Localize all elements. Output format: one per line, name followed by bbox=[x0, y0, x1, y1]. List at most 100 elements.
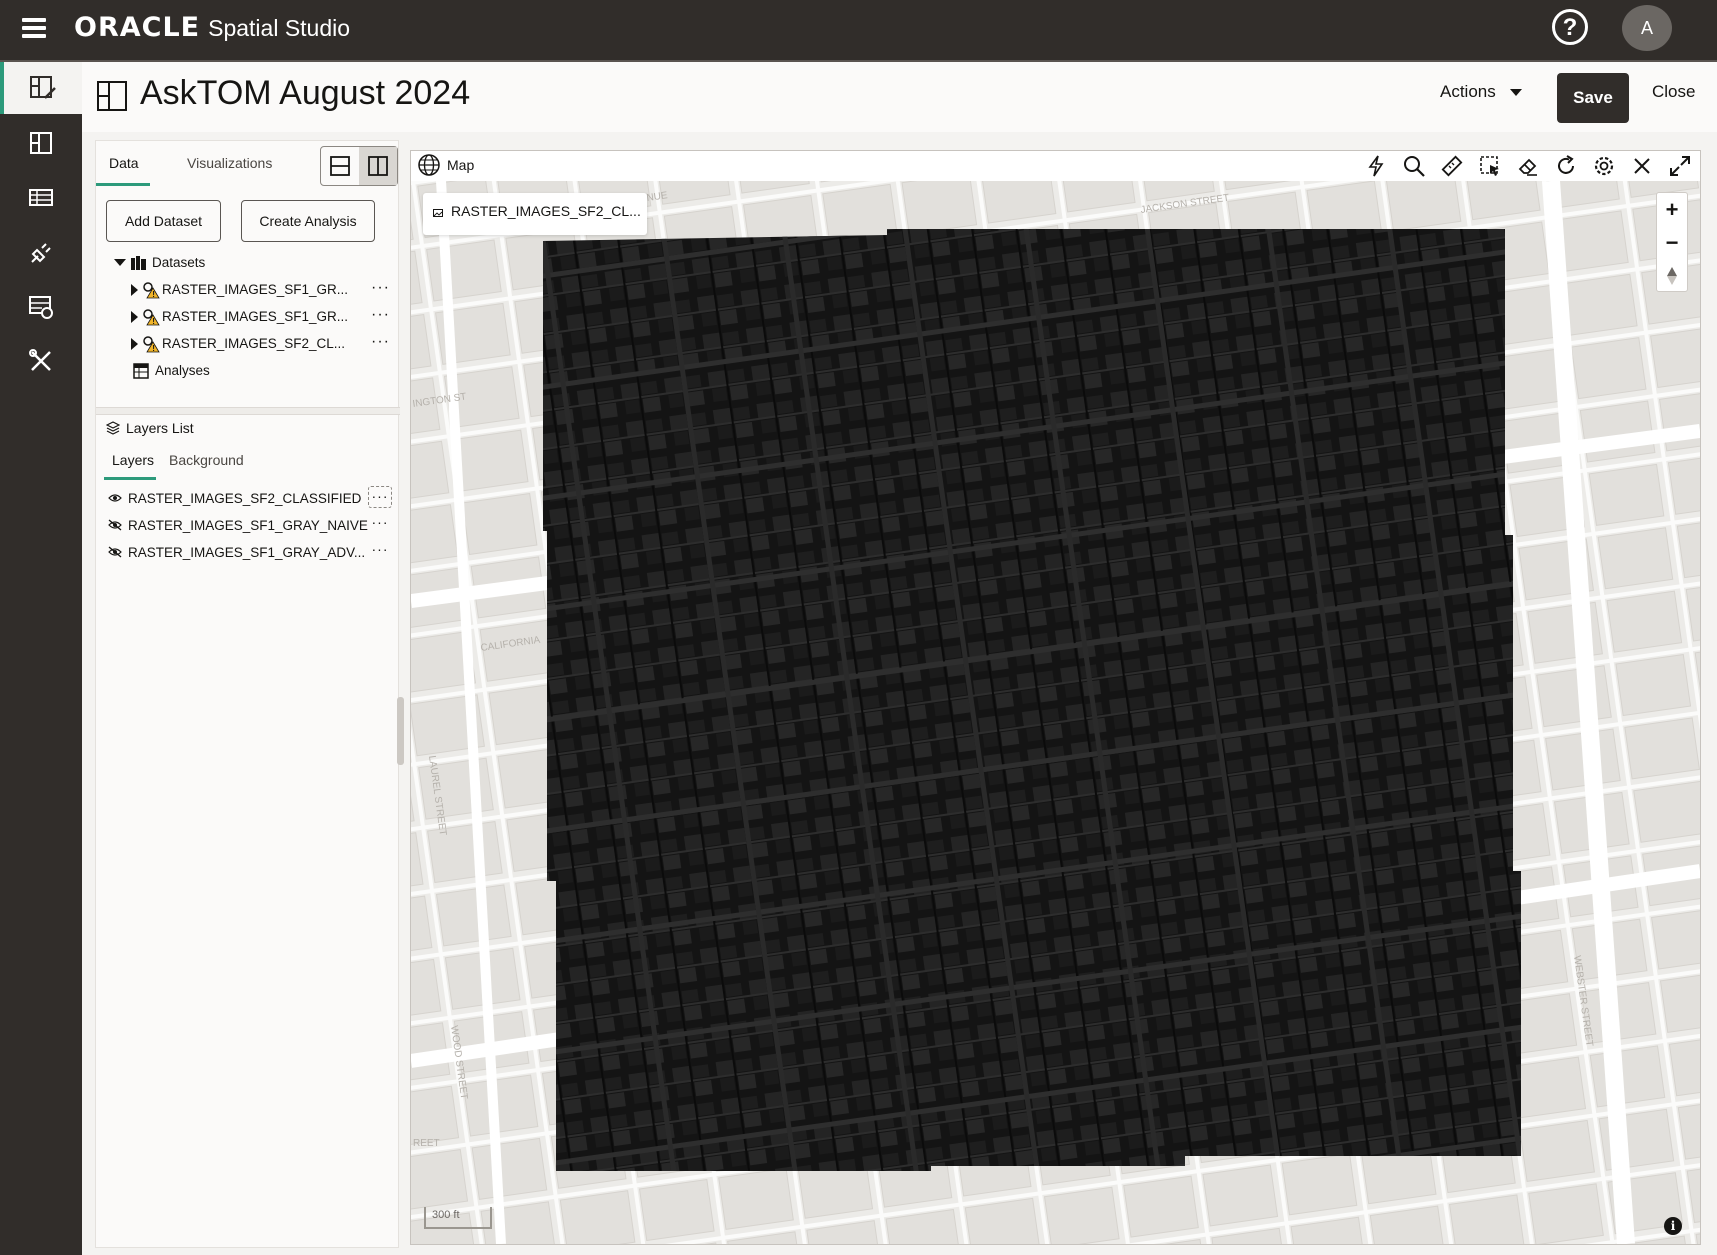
warning-dataset-icon: ! bbox=[143, 308, 160, 326]
measure-button[interactable] bbox=[1438, 153, 1466, 179]
eraser-icon bbox=[1518, 158, 1537, 176]
actions-label: Actions bbox=[1440, 82, 1496, 101]
zoom-out-button[interactable]: − bbox=[1657, 226, 1687, 259]
eye-hidden-icon[interactable] bbox=[108, 519, 122, 531]
expand-right-icon bbox=[131, 283, 138, 296]
split-layout-button[interactable] bbox=[359, 147, 397, 185]
connections-icon bbox=[31, 243, 51, 263]
rail-projects[interactable] bbox=[0, 117, 82, 169]
rows-layout-icon bbox=[330, 156, 350, 176]
layers-list-title: Layers List bbox=[126, 420, 194, 436]
compass-button[interactable] bbox=[1657, 259, 1687, 292]
warning-dataset-icon: ! bbox=[143, 281, 160, 299]
project-layout-icon bbox=[97, 81, 127, 111]
refresh-button[interactable] bbox=[1552, 153, 1580, 179]
layer-row[interactable]: RASTER_IMAGES_SF2_CLASSIFIED ··· bbox=[108, 486, 394, 510]
save-button[interactable]: Save bbox=[1557, 73, 1629, 123]
tools-icon bbox=[29, 349, 51, 371]
close-button[interactable]: Close bbox=[1652, 82, 1695, 102]
tree-node-analyses[interactable]: Analyses bbox=[96, 357, 400, 384]
layer-more-button[interactable]: ··· bbox=[368, 486, 392, 508]
warning-dataset-icon: ! bbox=[143, 335, 160, 353]
scale-bar: 300 ft bbox=[424, 1207, 492, 1229]
eye-hidden-icon[interactable] bbox=[108, 546, 122, 558]
tree-dataset-row[interactable]: ! RASTER_IMAGES_SF1_GR... ··· bbox=[96, 276, 400, 303]
project-editor-icon bbox=[30, 76, 56, 99]
actions-menu[interactable]: Actions bbox=[1440, 82, 1522, 102]
tab-visualizations[interactable]: Visualizations bbox=[187, 155, 272, 171]
tab-data[interactable]: Data bbox=[109, 155, 139, 171]
layer-more-button[interactable]: ··· bbox=[368, 540, 392, 562]
select-icon bbox=[1480, 156, 1499, 176]
globe-icon bbox=[418, 154, 440, 176]
eye-visible-icon[interactable] bbox=[108, 492, 122, 504]
search-icon bbox=[1404, 156, 1425, 177]
help-icon[interactable]: ? bbox=[1552, 9, 1588, 45]
tab-background[interactable]: Background bbox=[169, 452, 244, 468]
dataset-more-button[interactable]: ··· bbox=[371, 333, 390, 351]
table-icon bbox=[133, 362, 149, 379]
rail-connections[interactable] bbox=[0, 226, 82, 278]
jobs-icon bbox=[29, 296, 53, 319]
zoom-control: + − bbox=[1656, 192, 1688, 292]
layer-more-button[interactable]: ··· bbox=[368, 513, 392, 535]
library-icon bbox=[131, 255, 146, 270]
raster-overlay bbox=[543, 229, 1521, 1171]
basemap: JACKSON STREET CALIFORNIA LAUREL STREET … bbox=[411, 181, 1700, 1244]
navigation-rail bbox=[0, 62, 82, 1255]
refresh-icon bbox=[1558, 155, 1574, 174]
tree-dataset-row[interactable]: ! RASTER_IMAGES_SF2_CL... ··· bbox=[96, 330, 400, 357]
info-icon[interactable]: i bbox=[1664, 1217, 1682, 1235]
brand-logo[interactable]: ORACLE Spatial Studio bbox=[74, 12, 350, 43]
search-button[interactable] bbox=[1400, 153, 1428, 179]
dataset-more-button[interactable]: ··· bbox=[371, 306, 390, 324]
tree-dataset-row[interactable]: ! RASTER_IMAGES_SF1_GR... ··· bbox=[96, 303, 400, 330]
panel-splitter-handle[interactable] bbox=[397, 697, 404, 765]
layer-image-icon bbox=[433, 209, 443, 217]
create-analysis-button[interactable]: Create Analysis bbox=[241, 200, 375, 242]
active-layer-chip[interactable]: RASTER_IMAGES_SF2_CL... bbox=[423, 193, 647, 235]
zoom-in-button[interactable]: + bbox=[1657, 193, 1687, 226]
top-bar: ORACLE Spatial Studio ? A bbox=[0, 0, 1717, 62]
dataset-name: RASTER_IMAGES_SF2_CL... bbox=[162, 336, 346, 351]
fullscreen-button[interactable] bbox=[1666, 153, 1694, 179]
stacked-layout-button[interactable] bbox=[321, 147, 359, 185]
map-canvas[interactable]: JACKSON STREET CALIFORNIA LAUREL STREET … bbox=[411, 181, 1700, 1244]
chevron-down-icon bbox=[1509, 88, 1522, 96]
close-map-button[interactable] bbox=[1628, 153, 1656, 179]
tree-node-datasets[interactable]: Datasets bbox=[96, 249, 400, 276]
user-avatar[interactable]: A bbox=[1622, 5, 1672, 51]
layer-row[interactable]: RASTER_IMAGES_SF1_GRAY_ADV... ··· bbox=[108, 540, 394, 564]
north-arrow-icon bbox=[1667, 266, 1677, 285]
map-title: Map bbox=[447, 157, 475, 173]
panel-tabs: Data Visualizations bbox=[96, 141, 400, 187]
settings-button[interactable] bbox=[1590, 153, 1618, 179]
rail-project-editor[interactable] bbox=[0, 62, 82, 114]
eraser-button[interactable] bbox=[1514, 153, 1542, 179]
lightning-icon bbox=[1368, 155, 1384, 177]
panel-divider[interactable] bbox=[96, 407, 400, 415]
layer-row[interactable]: RASTER_IMAGES_SF1_GRAY_NAIVE ··· bbox=[108, 513, 394, 537]
map-visualization: Map JACKSON STREET CALIFORNIA LAUREL STR… bbox=[410, 150, 1701, 1245]
fullscreen-icon bbox=[1670, 156, 1690, 176]
hamburger-menu-icon[interactable] bbox=[22, 18, 46, 38]
rail-datasets[interactable] bbox=[0, 171, 82, 223]
rail-tools[interactable] bbox=[0, 335, 82, 387]
active-layer-name: RASTER_IMAGES_SF2_CL... bbox=[451, 203, 641, 219]
add-dataset-button[interactable]: Add Dataset bbox=[106, 200, 221, 242]
dataset-name: RASTER_IMAGES_SF1_GR... bbox=[162, 309, 349, 324]
tab-layers[interactable]: Layers bbox=[112, 452, 154, 468]
svg-text:!: ! bbox=[152, 317, 155, 326]
layer-name: RASTER_IMAGES_SF1_GRAY_ADV... bbox=[128, 544, 366, 560]
layout-toggle bbox=[320, 146, 398, 186]
select-button[interactable] bbox=[1476, 153, 1504, 179]
svg-text:!: ! bbox=[152, 290, 155, 299]
rail-jobs[interactable] bbox=[0, 281, 82, 333]
expand-down-icon bbox=[114, 259, 126, 266]
datasets-icon bbox=[29, 189, 53, 206]
dataset-more-button[interactable]: ··· bbox=[371, 279, 390, 297]
brand-oracle: ORACLE bbox=[74, 12, 201, 43]
settings-icon bbox=[1594, 156, 1614, 176]
lightning-button[interactable] bbox=[1362, 153, 1390, 179]
dataset-name: RASTER_IMAGES_SF1_GR... bbox=[162, 282, 349, 297]
